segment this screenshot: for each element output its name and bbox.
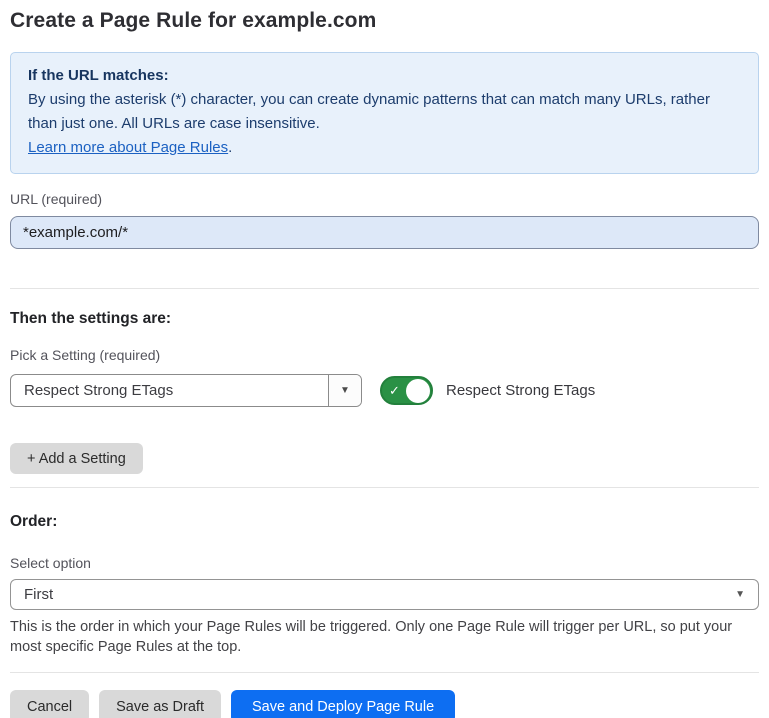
setting-select[interactable]: Respect Strong ETags ▼	[10, 374, 362, 407]
save-draft-button[interactable]: Save as Draft	[99, 690, 221, 718]
order-help-text: This is the order in which your Page Rul…	[10, 618, 759, 657]
add-setting-button[interactable]: + Add a Setting	[10, 443, 143, 474]
cancel-button[interactable]: Cancel	[10, 690, 89, 718]
order-section-heading: Order:	[10, 513, 759, 531]
pick-setting-label: Pick a Setting (required)	[10, 347, 759, 363]
footer-actions: Cancel Save as Draft Save and Deploy Pag…	[10, 690, 759, 718]
toggle-knob	[406, 379, 430, 403]
info-box-heading: If the URL matches:	[28, 64, 741, 88]
save-deploy-button[interactable]: Save and Deploy Page Rule	[231, 690, 455, 718]
divider	[10, 288, 759, 289]
page-title: Create a Page Rule for example.com	[10, 9, 759, 33]
order-select-value: First	[24, 586, 53, 603]
url-match-info-box: If the URL matches: By using the asteris…	[10, 52, 759, 174]
order-select-label: Select option	[10, 555, 759, 571]
chevron-down-icon: ▼	[735, 589, 745, 600]
link-suffix: .	[228, 139, 232, 156]
order-select[interactable]: First ▼	[10, 579, 759, 610]
info-box-body: By using the asterisk (*) character, you…	[28, 88, 741, 136]
divider	[10, 672, 759, 673]
setting-select-arrow-button[interactable]: ▼	[328, 375, 361, 406]
setting-row: Respect Strong ETags ▼ ✓ Respect Strong …	[10, 374, 759, 407]
chevron-down-icon: ▼	[340, 385, 350, 396]
etags-toggle[interactable]: ✓	[380, 376, 433, 405]
learn-more-link[interactable]: Learn more about Page Rules	[28, 139, 228, 156]
toggle-label: Respect Strong ETags	[446, 382, 595, 399]
divider	[10, 487, 759, 488]
url-field-label: URL (required)	[10, 191, 759, 207]
info-box-link-line: Learn more about Page Rules.	[28, 136, 741, 160]
setting-select-value: Respect Strong ETags	[11, 375, 328, 406]
settings-section-heading: Then the settings are:	[10, 310, 759, 328]
page-rule-form: Create a Page Rule for example.com If th…	[0, 9, 769, 718]
url-input[interactable]	[10, 216, 759, 249]
check-icon: ✓	[389, 384, 400, 397]
